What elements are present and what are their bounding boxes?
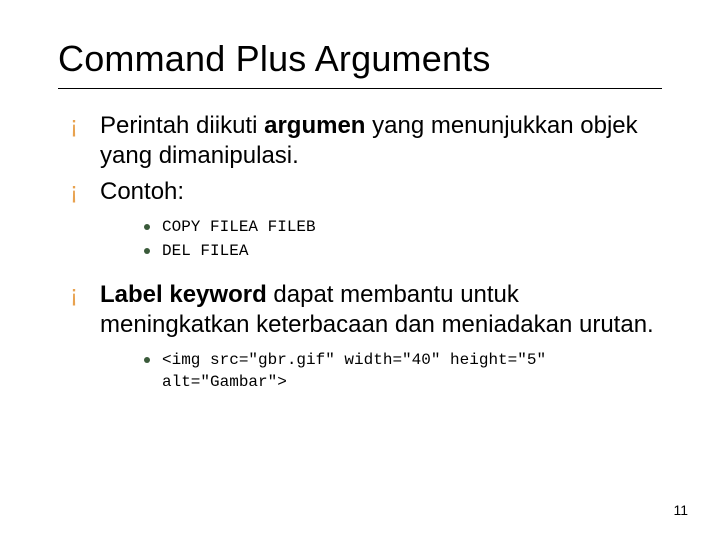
bullet-1: Perintah diikuti argumen yang menunjukka… [58,111,662,171]
bullet-2-sub-2: DEL FILEA [100,241,662,263]
bullet-1-bold: argumen [264,112,365,139]
bullet-2-text: Contoh: [100,178,184,205]
bullet-2: Contoh: COPY FILEA FILEB DEL FILEA [58,177,662,262]
bullet-1-pre: Perintah diikuti [100,112,264,139]
bullet-2-sublist: COPY FILEA FILEB DEL FILEA [100,217,662,262]
main-list: Perintah diikuti argumen yang menunjukka… [58,111,662,393]
page-number: 11 [673,502,688,518]
bullet-3-sub-1: <img src="gbr.gif" width="40" height="5"… [100,350,662,393]
bullet-3-sublist: <img src="gbr.gif" width="40" height="5"… [100,350,662,393]
title-rule [58,88,662,89]
slide: Command Plus Arguments Perintah diikuti … [0,0,720,540]
bullet-2-sub-1: COPY FILEA FILEB [100,217,662,239]
bullet-3: Label keyword dapat membantu untuk menin… [58,280,662,393]
slide-title: Command Plus Arguments [58,38,662,80]
bullet-3-bold: Label keyword [100,281,267,308]
